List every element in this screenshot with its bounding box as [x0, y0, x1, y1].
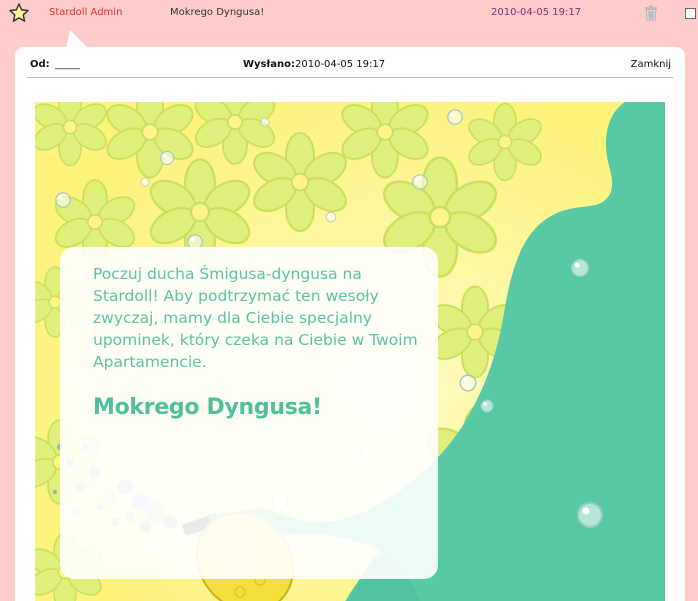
sender-name[interactable]: Stardoll Admin [49, 7, 122, 18]
from-label: Od: [30, 59, 50, 70]
sent-value: 2010-04-05 19:17 [295, 59, 386, 70]
message-date: 2010-04-05 19:17 [491, 7, 582, 18]
message-subject[interactable]: Mokrego Dyngusa! [170, 7, 264, 18]
message-header-row[interactable]: Stardoll Admin Mokrego Dyngusa! 2010-04-… [0, 0, 698, 28]
trash-icon[interactable] [644, 5, 658, 21]
greeting-text-box: Poczuj ducha Śmigusa-dyngusa na Stardoll… [60, 247, 438, 579]
bubble-tail [66, 30, 88, 48]
greeting-heading: Mokrego Dyngusa! [93, 395, 322, 420]
from-value: _____ [55, 59, 80, 70]
greeting-message: Poczuj ducha Śmigusa-dyngusa na Stardoll… [93, 265, 418, 371]
close-button[interactable]: Zamknij [631, 59, 671, 70]
message-panel: Od: _____ Wysłano: 2010-04-05 19:17 Zamk… [15, 47, 685, 601]
sent-label: Wysłano: [243, 59, 295, 70]
message-meta: Od: _____ Wysłano: 2010-04-05 19:17 Zamk… [27, 47, 673, 78]
greeting-card: Poczuj ducha Śmigusa-dyngusa na Stardoll… [35, 102, 665, 601]
select-checkbox[interactable] [685, 8, 696, 19]
star-icon[interactable] [8, 2, 30, 24]
